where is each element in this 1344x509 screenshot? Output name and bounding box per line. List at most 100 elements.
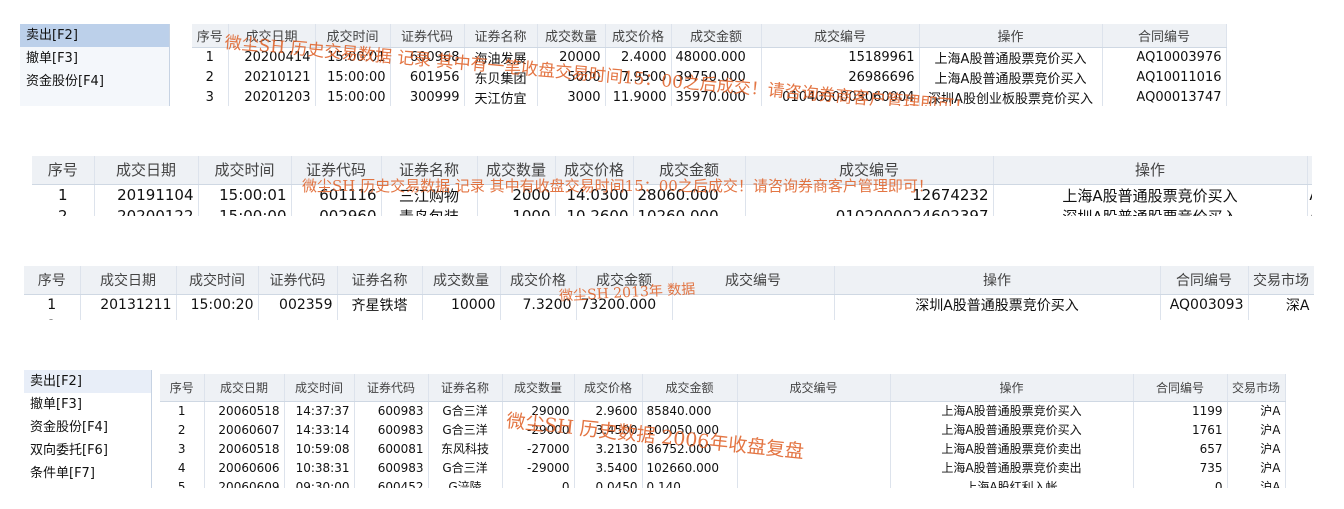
cell-price: 2.4000 [605, 47, 672, 67]
col-header-contract-no[interactable]: 合同编号 [1133, 374, 1228, 402]
col-header-trade-time[interactable]: 成交时间 [284, 374, 355, 402]
cell-contract-no: 657 [1133, 439, 1228, 458]
table-row[interactable]: 2 [24, 315, 1314, 320]
cell-security-code: 600968 [390, 47, 465, 67]
col-header-seq[interactable]: 序号 [160, 374, 205, 402]
cell-seq: 1 [32, 184, 95, 206]
col-header-quantity[interactable]: 成交数量 [477, 156, 556, 185]
panel4-sidebar: 卖出[F2] 撤单[F3] 资金股份[F4] 双向委托[F6] 条件单[F7] [24, 370, 152, 488]
col-header-contract-no[interactable]: 合同编号 [1307, 156, 1312, 185]
col-header-operation[interactable]: 操作 [993, 156, 1308, 185]
col-header-trade-time[interactable]: 成交时间 [198, 156, 292, 185]
table-row[interactable]: 1 20191104 15:00:01 601116 三江购物 2000 14.0300 28… [32, 184, 1312, 206]
table-row[interactable]: 2 20060607 14:33:14 600983 G合三洋 -29000 3.4500 1… [160, 420, 1286, 439]
cell-amount: 85840.000 [642, 401, 738, 420]
panel1-sidebar: 卖出[F2] 撤单[F3] 资金股份[F4] [20, 24, 170, 106]
col-header-contract-no[interactable]: 合同编号 [1102, 24, 1227, 48]
col-header-trade-no[interactable]: 成交编号 [672, 266, 835, 295]
cell-seq: 3 [160, 439, 205, 458]
cell-trade-no: 15189961 [761, 47, 920, 67]
sidebar-item-dual-order[interactable]: 双向委托[F6] [24, 439, 151, 462]
cell-amount: 35970.000 [671, 87, 762, 106]
table-row[interactable]: 5 20060609 09:30:00 600452 G涪陵 0 0.0450 0.140 上海… [160, 477, 1286, 488]
col-header-amount[interactable]: 成交金额 [576, 266, 673, 295]
table-row[interactable]: 3 20201203 15:00:00 300999 天江仿宜 3000 11.9000 35… [192, 87, 1227, 106]
cell-price: 3.2130 [574, 439, 643, 458]
col-header-price[interactable]: 成交价格 [555, 156, 634, 185]
cell-security-code: 601116 [291, 184, 382, 206]
col-header-contract-no[interactable]: 合同编号 [1160, 266, 1249, 295]
table-row[interactable]: 4 20060606 10:38:31 600983 G合三洋 -29000 3.5400 1… [160, 458, 1286, 477]
col-header-trade-time[interactable]: 成交时间 [176, 266, 259, 295]
col-header-price[interactable]: 成交价格 [574, 374, 643, 402]
cell-quantity: -27000 [502, 439, 575, 458]
cell-contract-no: 1761 [1133, 420, 1228, 439]
cell-contract-no: 735 [1133, 458, 1228, 477]
col-header-trade-date[interactable]: 成交日期 [80, 266, 177, 295]
table-row[interactable]: 1 20060518 14:37:37 600983 G合三洋 29000 2.9600 85… [160, 401, 1286, 420]
table-row[interactable]: 2 20210121 15:00:00 601956 东贝集团 5000 7.9500 397… [192, 67, 1227, 87]
col-header-security-name[interactable]: 证券名称 [337, 266, 423, 295]
col-header-security-code[interactable]: 证券代码 [390, 24, 465, 48]
col-header-amount[interactable]: 成交金额 [671, 24, 762, 48]
trade-panel-4: 卖出[F2] 撤单[F3] 资金股份[F4] 双向委托[F6] 条件单[F7] 序号 成交… [24, 370, 1314, 488]
col-header-security-code[interactable]: 证券代码 [354, 374, 429, 402]
sidebar-item-sell[interactable]: 卖出[F2] [20, 24, 169, 47]
col-header-trade-date[interactable]: 成交日期 [228, 24, 316, 48]
col-header-trade-date[interactable]: 成交日期 [204, 374, 285, 402]
sidebar-item-conditional[interactable]: 条件单[F7] [24, 462, 151, 485]
cell-amount: 73200.000 [576, 294, 673, 315]
cell-security-code: 601956 [390, 67, 465, 87]
table-row[interactable]: 1 20131211 15:00:20 002359 齐星铁塔 10000 7.3200 73… [24, 294, 1314, 315]
col-header-trade-time[interactable]: 成交时间 [315, 24, 391, 48]
cell-trade-time: 15:00:00 [315, 87, 391, 106]
col-header-seq[interactable]: 序号 [24, 266, 81, 295]
table-row[interactable]: 1 20200414 15:00:01 600968 海油发展 20000 2.4000 48… [192, 47, 1227, 67]
table-row[interactable]: 3 20060518 10:59:08 600081 东风科技 -27000 3.2130 8… [160, 439, 1286, 458]
col-header-seq[interactable]: 序号 [32, 156, 95, 185]
sidebar-item-funds[interactable]: 资金股份[F4] [24, 416, 151, 439]
cell-trade-no [737, 401, 891, 420]
cell-contract-no: AQ10011016 [1102, 67, 1227, 87]
col-header-seq[interactable]: 序号 [192, 24, 229, 48]
cell-trade-date: 20191104 [94, 184, 199, 206]
col-header-security-code[interactable]: 证券代码 [291, 156, 382, 185]
cell-security-code: 002960 [291, 205, 382, 216]
sidebar-item-cancel[interactable]: 撤单[F3] [24, 393, 151, 416]
cell-security-code: 600983 [354, 420, 429, 439]
sidebar-item-cancel[interactable]: 撤单[F3] [20, 47, 169, 70]
col-header-market[interactable]: 交易市场 [1248, 266, 1314, 295]
cell-amount: 86752.000 [642, 439, 738, 458]
col-header-trade-no[interactable]: 成交编号 [761, 24, 920, 48]
col-header-security-name[interactable]: 证券名称 [464, 24, 538, 48]
col-header-quantity[interactable]: 成交数量 [537, 24, 606, 48]
col-header-quantity[interactable]: 成交数量 [422, 266, 501, 295]
col-header-amount[interactable]: 成交金额 [642, 374, 738, 402]
col-header-trade-date[interactable]: 成交日期 [94, 156, 199, 185]
cell-contract-no: 0 [1133, 477, 1228, 488]
sidebar-item-funds[interactable]: 资金股份[F4] [20, 70, 169, 93]
cell-trade-time: 14:37:37 [284, 401, 355, 420]
table-row[interactable]: 22020012215:00:00002960青鸟包装100010.260010… [32, 205, 1312, 216]
col-header-operation[interactable]: 操作 [919, 24, 1103, 48]
col-header-security-name[interactable]: 证券名称 [381, 156, 478, 185]
col-header-amount[interactable]: 成交金额 [633, 156, 746, 185]
col-header-price[interactable]: 成交价格 [605, 24, 672, 48]
col-header-security-name[interactable]: 证券名称 [428, 374, 503, 402]
cell-trade-no: 26986696 [761, 67, 920, 87]
panel1-trade-table: 序号 成交日期 成交时间 证券代码 证券名称 成交数量 成交价格 成交金额 成交编号 操作 合同编号… [192, 24, 1227, 106]
col-header-quantity[interactable]: 成交数量 [502, 374, 575, 402]
col-header-operation[interactable]: 操作 [834, 266, 1161, 295]
col-header-price[interactable]: 成交价格 [500, 266, 577, 295]
col-header-market[interactable]: 交易市场 [1227, 374, 1286, 402]
cell-amount: 39750.000 [671, 67, 762, 87]
cell-trade-date: 20200414 [228, 47, 316, 67]
cell-operation [834, 315, 1161, 320]
cell-seq: 2 [192, 67, 229, 87]
col-header-trade-no[interactable]: 成交编号 [745, 156, 994, 185]
col-header-operation[interactable]: 操作 [890, 374, 1134, 402]
sidebar-item-sell[interactable]: 卖出[F2] [24, 370, 151, 393]
col-header-security-code[interactable]: 证券代码 [258, 266, 338, 295]
cell-security-code: 300999 [390, 87, 465, 106]
col-header-trade-no[interactable]: 成交编号 [737, 374, 891, 402]
